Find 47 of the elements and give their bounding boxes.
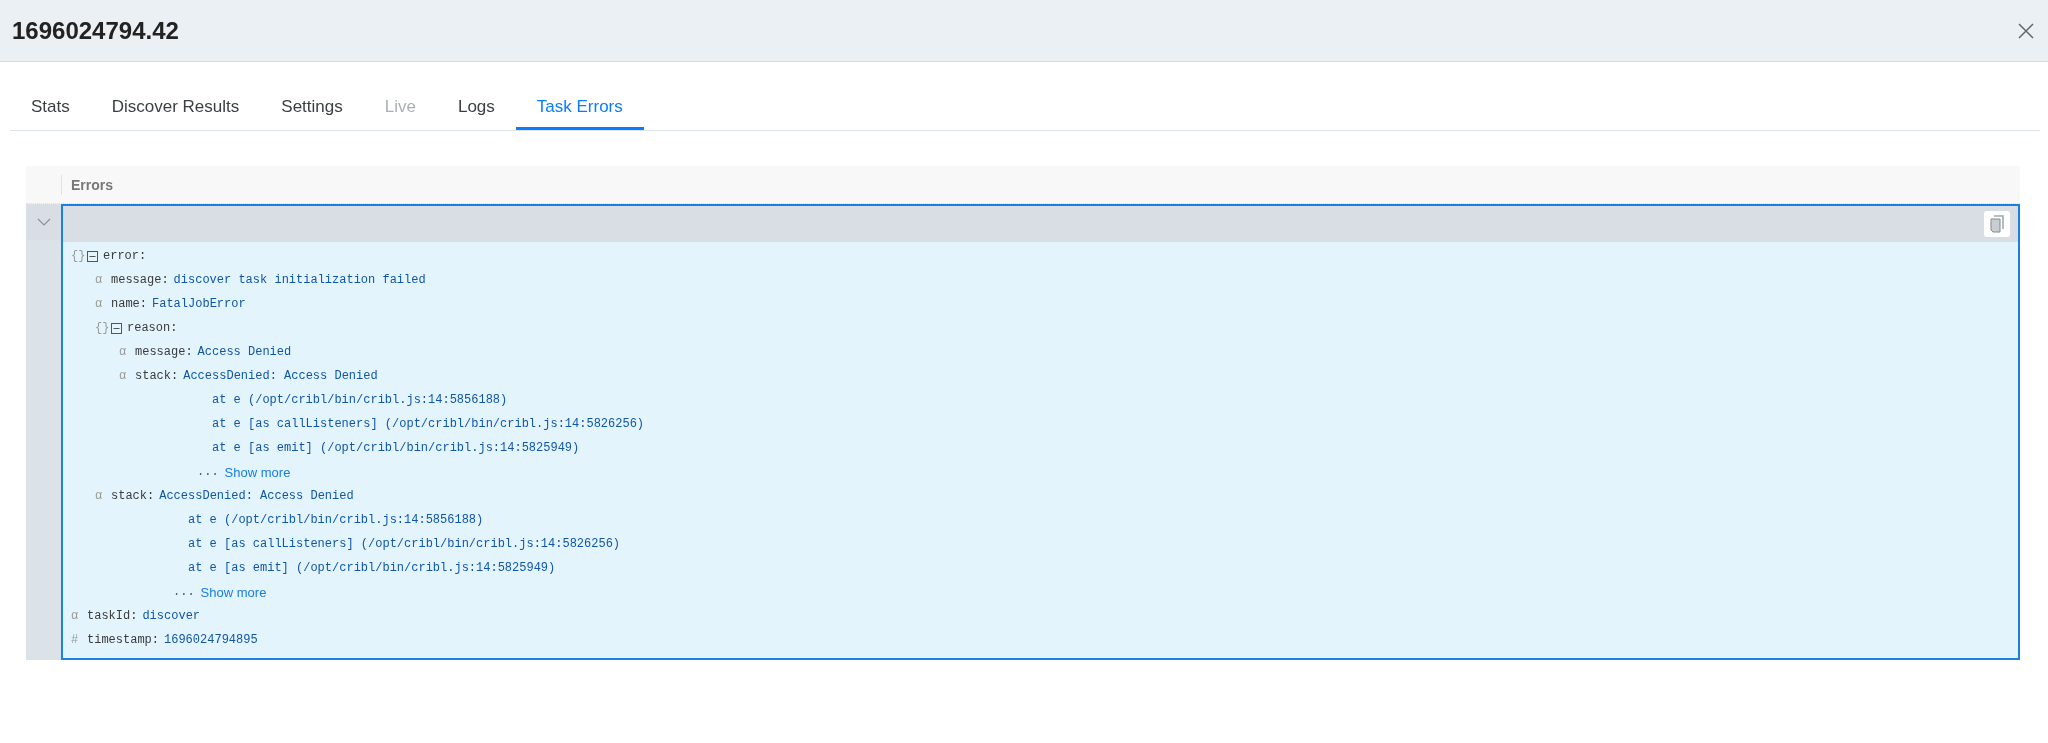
- field-key: taskId:: [87, 609, 138, 623]
- ellipsis: ...: [197, 465, 219, 479]
- field-key: stack:: [135, 369, 179, 383]
- type-glyph: α: [95, 273, 104, 287]
- show-more-link[interactable]: Show more: [224, 464, 291, 480]
- field-key: name:: [111, 297, 147, 311]
- collapse-toggle[interactable]: [87, 250, 98, 262]
- window-title: 1696024794.42: [12, 16, 179, 45]
- type-glyph: α: [95, 297, 104, 311]
- field-value: discover task initialization failed: [173, 273, 426, 287]
- show-more-link[interactable]: Show more: [200, 584, 267, 600]
- ellipsis: ...: [173, 585, 195, 599]
- type-glyph: #: [71, 633, 80, 647]
- field-value: Access Denied: [197, 345, 292, 359]
- type-glyph: α: [95, 489, 104, 503]
- field-value: 1696024794895: [164, 633, 258, 647]
- stack-line: at e (/opt/cribl/bin/cribl.js:14:5856188): [212, 393, 508, 407]
- stack-line: at e [as callListeners] (/opt/cribl/bin/cribl.js:14:5826256): [212, 417, 645, 431]
- field-value: AccessDenied: Access Denied: [159, 489, 354, 503]
- tab[interactable]: Task Errors: [515, 88, 644, 130]
- close-icon: [2018, 22, 2034, 39]
- column-header: Errors: [61, 174, 2020, 195]
- field-key: timestamp:: [87, 633, 159, 647]
- type-glyph: α: [119, 369, 128, 383]
- copy-icon: [1990, 215, 2004, 233]
- stack-line: at e (/opt/cribl/bin/cribl.js:14:5856188): [188, 513, 484, 527]
- field-value: AccessDenied: Access Denied: [183, 369, 378, 383]
- field-key: reason:: [127, 321, 178, 335]
- tab[interactable]: Settings: [260, 88, 364, 130]
- field-key: error:: [103, 249, 147, 263]
- tab[interactable]: Logs: [436, 88, 516, 130]
- type-glyph: α: [119, 345, 128, 359]
- stack-line: at e [as callListeners] (/opt/cribl/bin/cribl.js:14:5826256): [188, 537, 621, 551]
- field-value: discover: [142, 609, 201, 623]
- collapse-toggle[interactable]: [111, 322, 122, 334]
- field-value: FatalJobError: [152, 297, 246, 311]
- type-glyph: α: [71, 609, 80, 623]
- stack-line: at e [as emit] (/opt/cribl/bin/cribl.js:14:5825949): [188, 561, 556, 575]
- type-glyph: {}: [71, 249, 87, 263]
- field-key: message:: [111, 273, 169, 287]
- field-key: message:: [135, 345, 193, 359]
- close-button[interactable]: [2016, 20, 2036, 41]
- field-key: stack:: [111, 489, 155, 503]
- type-glyph: {}: [95, 321, 111, 335]
- tab[interactable]: Stats: [10, 88, 91, 130]
- tab[interactable]: Discover Results: [90, 88, 261, 130]
- stack-line: at e [as emit] (/opt/cribl/bin/cribl.js:14:5825949): [212, 441, 580, 455]
